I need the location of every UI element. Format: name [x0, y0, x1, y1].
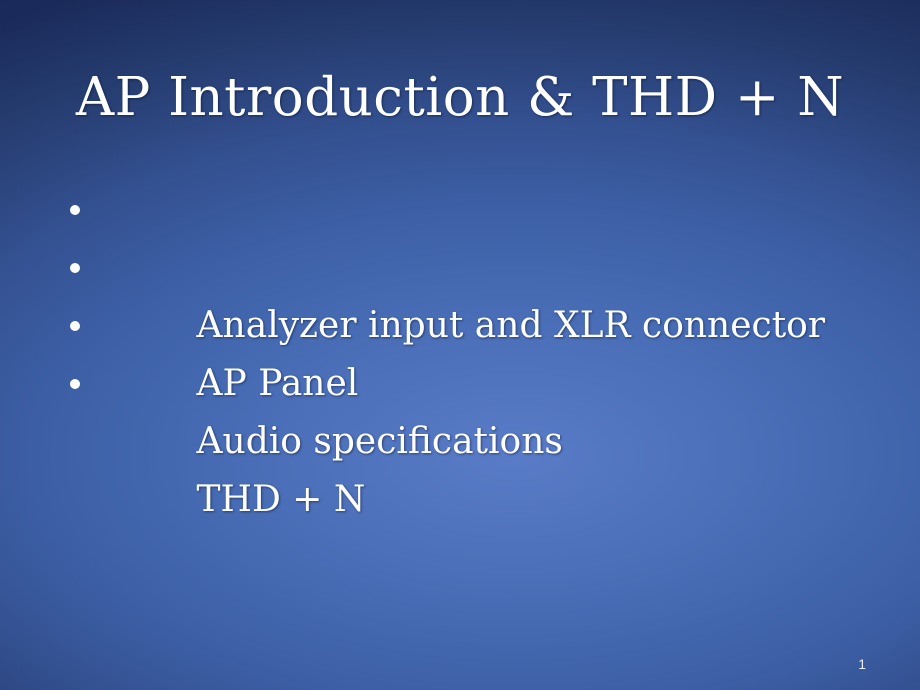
bullet-list-item: Analyzer input and XLR connector	[62, 181, 862, 346]
bullet-dot-icon	[70, 263, 80, 273]
bullet-list-item: Audio specifications	[62, 297, 862, 462]
bullet-list-item-label: Audio specifications	[196, 421, 563, 462]
bullet-dot-icon	[70, 321, 80, 331]
bullet-list: Analyzer input and XLR connector AP Pane…	[62, 181, 862, 520]
bullet-list-item-label: THD + N	[196, 479, 366, 520]
bullet-dot-icon	[70, 205, 80, 215]
slide-title: AP Introduction & THD + N	[75, 67, 845, 128]
presentation-slide: AP Introduction & THD + N Analyzer input…	[0, 0, 920, 690]
bullet-list-item: THD + N	[62, 355, 862, 520]
bullet-dot-icon	[70, 379, 80, 389]
slide-page-number: 1	[858, 656, 866, 672]
slide-content: AP Introduction & THD + N Analyzer input…	[0, 0, 920, 690]
bullet-list-item: AP Panel	[62, 239, 862, 404]
